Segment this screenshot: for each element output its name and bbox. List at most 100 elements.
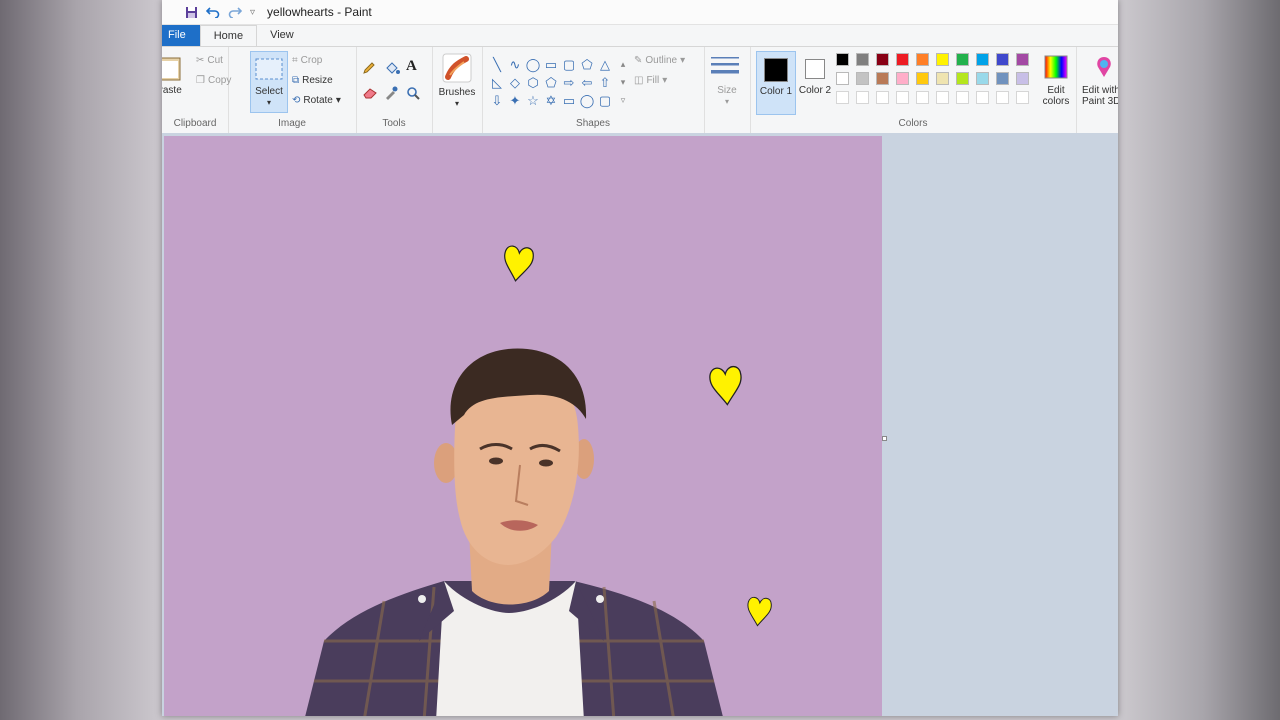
brushes-button[interactable]: Brushes ▾: [436, 53, 478, 113]
rectangle-shape-icon[interactable]: ▭: [542, 55, 560, 73]
palette-swatch[interactable]: [836, 53, 849, 66]
palette-swatch[interactable]: [956, 53, 969, 66]
heart-drawing: [747, 596, 772, 627]
custom-color-slot[interactable]: [856, 91, 869, 104]
curve-shape-icon[interactable]: ∿: [506, 55, 524, 73]
right-arrow-shape-icon[interactable]: ⇨: [560, 73, 578, 91]
customize-toolbar-icon[interactable]: ▿: [250, 7, 255, 18]
text-tool-icon[interactable]: A: [406, 58, 417, 75]
paste-icon: [162, 57, 181, 81]
canvas-workspace: [162, 133, 1118, 716]
custom-color-slot[interactable]: [876, 91, 889, 104]
brushes-dropdown-icon[interactable]: ▾: [432, 99, 482, 108]
custom-color-slot[interactable]: [956, 91, 969, 104]
color1-button[interactable]: Color 1: [756, 51, 796, 115]
color-picker-icon[interactable]: [384, 86, 398, 100]
shapes-scroll-down-icon[interactable]: ▾: [614, 73, 632, 91]
diamond-shape-icon[interactable]: ◇: [506, 73, 524, 91]
triangle-shape-icon[interactable]: △: [596, 55, 614, 73]
tab-home[interactable]: Home: [199, 25, 258, 46]
rotate-button[interactable]: ⟲ Rotate ▾: [292, 95, 341, 106]
palette-swatch[interactable]: [996, 72, 1009, 85]
palette-swatch[interactable]: [976, 53, 989, 66]
palette-swatch[interactable]: [976, 72, 989, 85]
eraser-icon[interactable]: [362, 87, 378, 99]
palette-swatch[interactable]: [896, 53, 909, 66]
crop-button[interactable]: ⌗ Crop: [292, 55, 322, 66]
select-dropdown-icon[interactable]: ▾: [251, 98, 287, 107]
custom-color-slot[interactable]: [836, 91, 849, 104]
color2-swatch: [805, 59, 825, 79]
palette-swatch[interactable]: [956, 72, 969, 85]
fill-icon: ◫: [634, 75, 644, 86]
rounded-rectangle-shape-icon[interactable]: ▢: [560, 55, 578, 73]
tab-file[interactable]: File: [162, 25, 200, 46]
drawing-canvas[interactable]: [164, 136, 882, 716]
shapes-group: ╲ ∿ ◯ ▭ ▢ ⬠ △ ▴ ◺ ◇ ⬡ ⬠ ⇨ ⇦ ⇧ ▾ ⇩ ✦ ☆ ✡: [482, 47, 705, 133]
pentagon-shape-icon[interactable]: ⬠: [542, 73, 560, 91]
down-arrow-shape-icon[interactable]: ⇩: [488, 91, 506, 109]
undo-icon[interactable]: [204, 3, 222, 21]
shapes-more-icon[interactable]: ▿: [614, 91, 632, 109]
shapes-scroll-up-icon[interactable]: ▴: [614, 55, 632, 73]
left-arrow-shape-icon[interactable]: ⇦: [578, 73, 596, 91]
color2-button[interactable]: Color 2: [796, 51, 834, 113]
hexagon-shape-icon[interactable]: ⬡: [524, 73, 542, 91]
oval-shape-icon[interactable]: ◯: [524, 55, 542, 73]
fill-button[interactable]: ◫ Fill ▾: [634, 75, 667, 86]
custom-color-slot[interactable]: [896, 91, 909, 104]
canvas-resize-handle[interactable]: [882, 436, 887, 441]
copy-button[interactable]: ❐ Copy: [196, 75, 231, 86]
palette-swatch[interactable]: [996, 53, 1009, 66]
palette-swatch[interactable]: [856, 72, 869, 85]
palette-swatch[interactable]: [856, 53, 869, 66]
color-palette: [836, 53, 1036, 111]
polygon-shape-icon[interactable]: ⬠: [578, 55, 596, 73]
outline-icon: ✎: [634, 55, 643, 66]
pencil-icon[interactable]: [362, 61, 376, 75]
window-title: yellowhearts - Paint: [267, 5, 372, 19]
paste-button[interactable]: Paste: [162, 55, 182, 105]
five-point-star-shape-icon[interactable]: ☆: [524, 91, 542, 109]
palette-swatch[interactable]: [916, 53, 929, 66]
scissors-icon: ✂: [196, 55, 205, 66]
cut-button[interactable]: ✂ Cut: [196, 55, 223, 66]
paint-window: ▿ yellowhearts - Paint File Home View Pa…: [162, 0, 1118, 716]
tab-view[interactable]: View: [257, 25, 307, 46]
brush-icon: [442, 53, 472, 83]
palette-swatch[interactable]: [1016, 53, 1029, 66]
redo-icon[interactable]: [226, 3, 244, 21]
palette-swatch[interactable]: [916, 72, 929, 85]
callout-cloud-shape-icon[interactable]: ▢: [596, 91, 614, 109]
save-icon[interactable]: [182, 3, 200, 21]
size-button[interactable]: Size ▾: [710, 55, 744, 106]
palette-swatch[interactable]: [936, 53, 949, 66]
right-triangle-shape-icon[interactable]: ◺: [488, 73, 506, 91]
custom-color-slot[interactable]: [916, 91, 929, 104]
palette-swatch[interactable]: [896, 72, 909, 85]
up-arrow-shape-icon[interactable]: ⇧: [596, 73, 614, 91]
copy-icon: ❐: [196, 75, 205, 86]
custom-color-slot[interactable]: [936, 91, 949, 104]
edit-with-paint3d-button[interactable]: Edit with Paint 3D: [1080, 53, 1118, 113]
palette-swatch[interactable]: [876, 72, 889, 85]
clipboard-group: Paste ✂Cut ❐Copy Clipboard: [162, 47, 231, 133]
resize-button[interactable]: ⧉ Resize: [292, 75, 333, 86]
edit-colors-button[interactable]: Edit colors: [1036, 53, 1076, 113]
custom-color-slot[interactable]: [976, 91, 989, 104]
magnifier-icon[interactable]: [406, 86, 420, 100]
callout-rect-shape-icon[interactable]: ▭: [560, 91, 578, 109]
outline-button[interactable]: ✎ Outline ▾: [634, 55, 685, 66]
palette-swatch[interactable]: [836, 72, 849, 85]
select-button[interactable]: Select ▾: [250, 51, 288, 113]
callout-oval-shape-icon[interactable]: ◯: [578, 91, 596, 109]
fill-bucket-icon[interactable]: [384, 61, 400, 75]
palette-swatch[interactable]: [1016, 72, 1029, 85]
line-shape-icon[interactable]: ╲: [488, 55, 506, 73]
six-point-star-shape-icon[interactable]: ✡: [542, 91, 560, 109]
four-point-star-shape-icon[interactable]: ✦: [506, 91, 524, 109]
custom-color-slot[interactable]: [1016, 91, 1029, 104]
palette-swatch[interactable]: [936, 72, 949, 85]
palette-swatch[interactable]: [876, 53, 889, 66]
custom-color-slot[interactable]: [996, 91, 1009, 104]
